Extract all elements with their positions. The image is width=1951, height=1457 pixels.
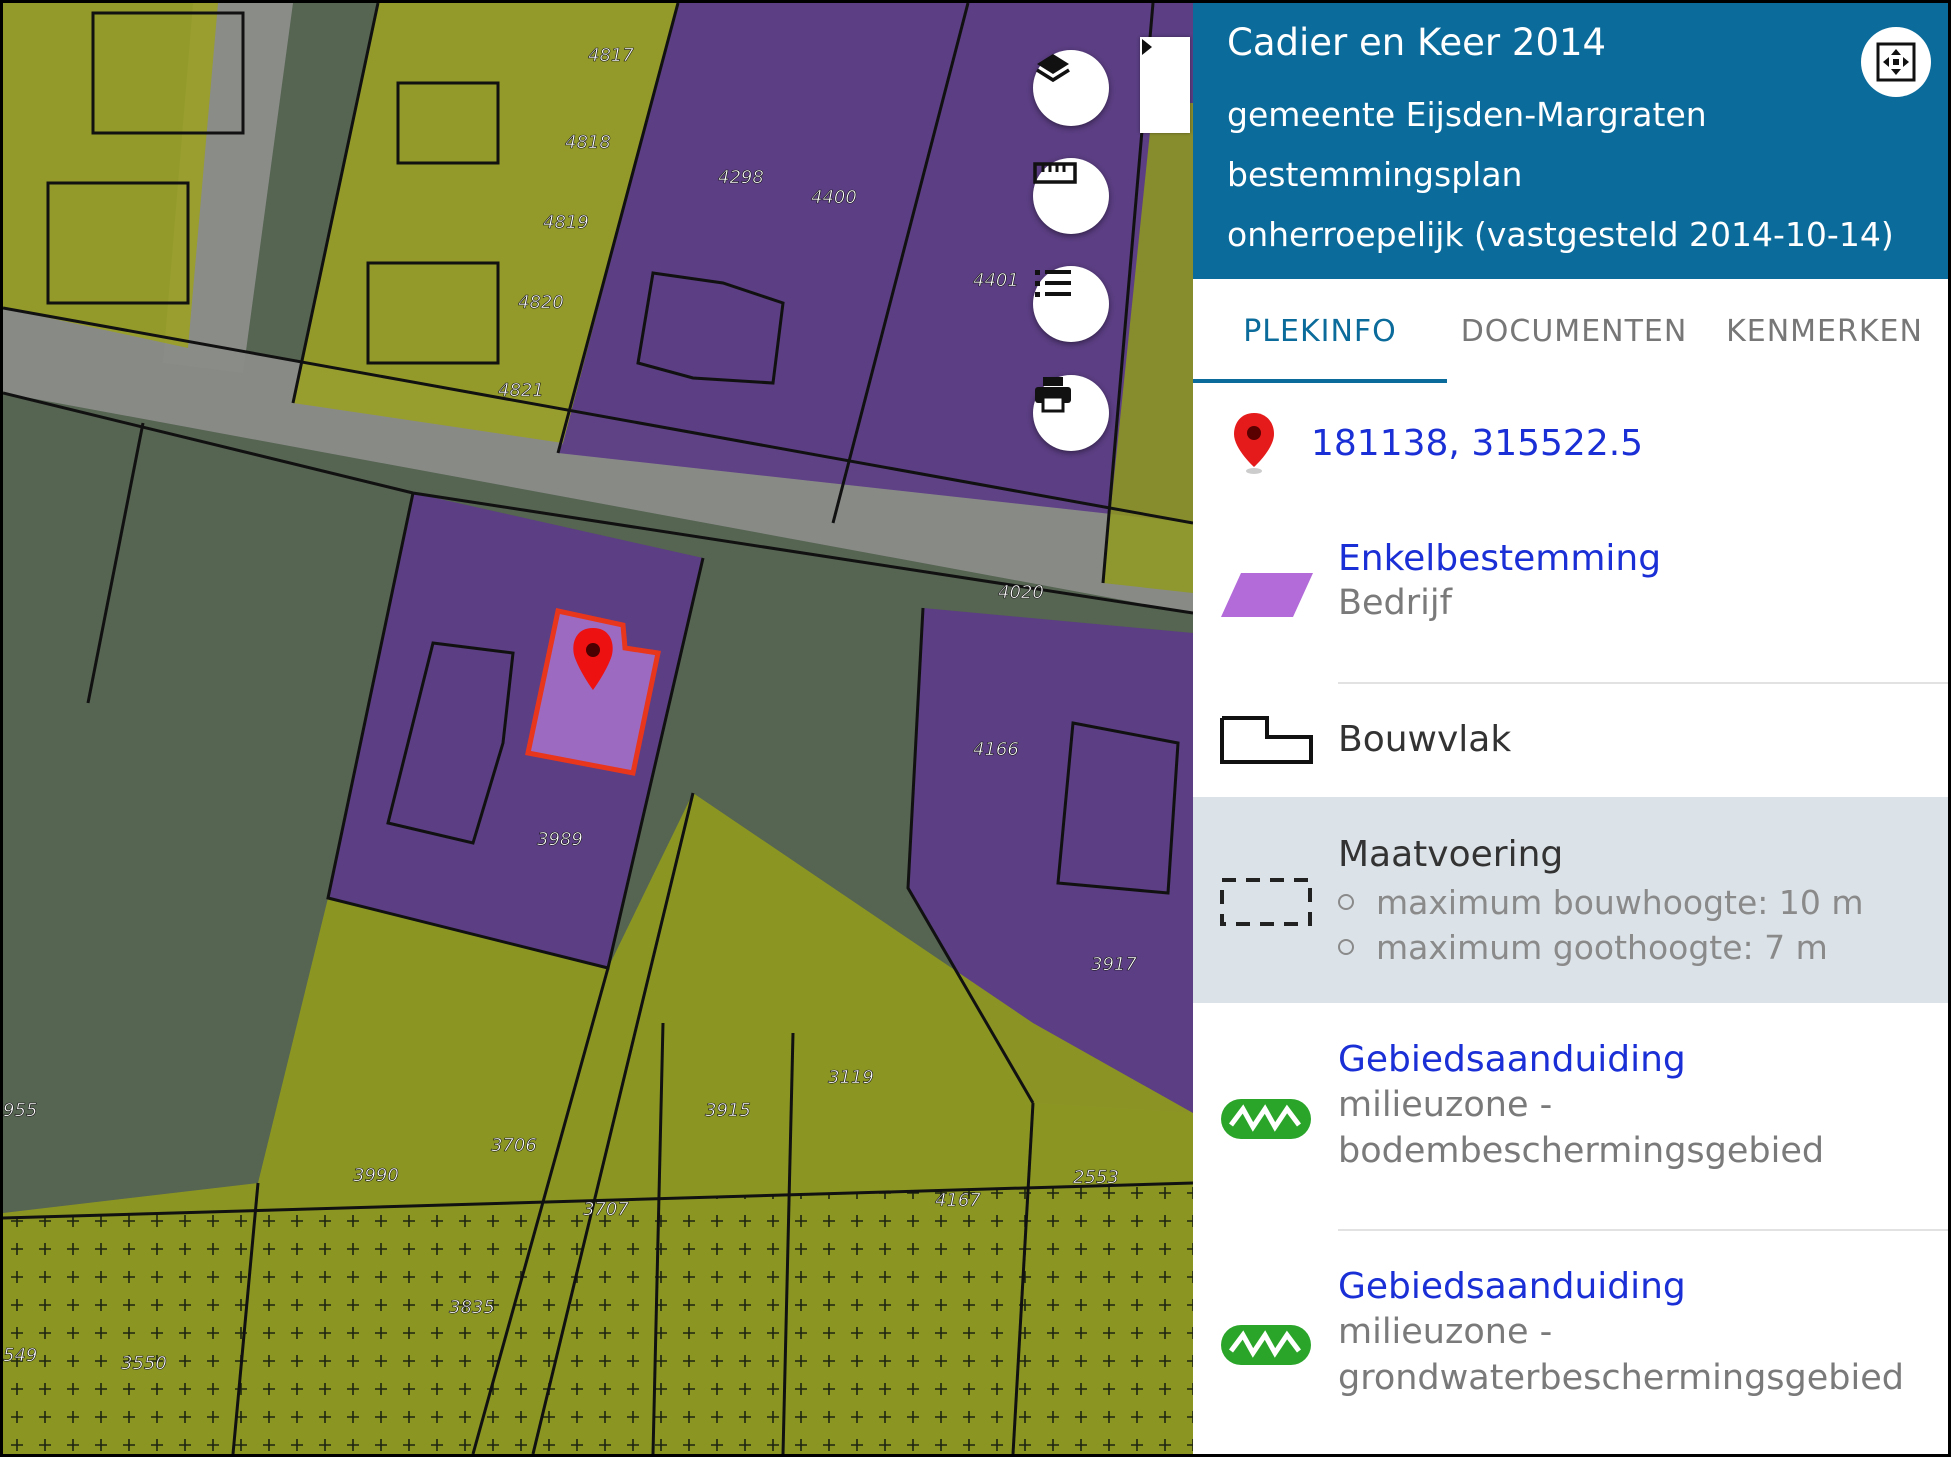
- location-coordinates[interactable]: 181138, 315522.5: [1311, 423, 1643, 464]
- parcel-label: 4166: [973, 739, 1019, 760]
- building-outline-icon: [1220, 716, 1313, 764]
- gebiedsaanduiding-value-line1: milieuzone -: [1338, 1085, 1553, 1125]
- municipality: gemeente Eijsden-Margraten: [1227, 95, 1707, 134]
- ruler-icon: [1033, 162, 1077, 184]
- active-tab-indicator: [1193, 379, 1447, 383]
- bullet-circle-icon: [1338, 893, 1354, 910]
- parcel-label: 4817: [588, 45, 634, 66]
- legend-button[interactable]: [1033, 266, 1109, 342]
- tab-kenmerken[interactable]: KENMERKEN: [1701, 279, 1948, 383]
- maatvoering-bullet: maximum goothoogte: 7 m: [1338, 928, 1828, 967]
- tab-bar: PLEKINFO DOCUMENTEN KENMERKEN: [1193, 279, 1948, 383]
- plan-title: Cadier en Keer 2014: [1227, 21, 1607, 64]
- parcel-label: 4020: [998, 582, 1044, 603]
- purple-parallelogram-icon: [1221, 573, 1313, 617]
- caret-right-icon: [1142, 39, 1152, 55]
- green-zigzag-icon: [1221, 1325, 1311, 1365]
- enkelbestemming-value: Bedrijf: [1338, 583, 1452, 623]
- parcel-label: 2553: [1073, 1167, 1119, 1188]
- map-view[interactable]: 4817 4818 4819 4820 4821 4298 4400 4401 …: [3, 3, 1193, 1454]
- parcel-label: 4821: [498, 380, 544, 401]
- parcel-label: 4400: [811, 187, 857, 208]
- gebiedsaanduiding-link[interactable]: Gebiedsaanduiding: [1338, 1039, 1686, 1080]
- plan-status: onherroepelijk (vastgesteld 2014-10-14): [1227, 215, 1894, 254]
- divider: [1338, 682, 1948, 684]
- map-pin-icon: [1234, 413, 1274, 474]
- maatvoering-bullet: maximum bouwhoogte: 10 m: [1338, 883, 1864, 922]
- parcel-label: 4401: [973, 270, 1019, 291]
- parcel-label: 3917: [1091, 954, 1137, 975]
- parcel-label: 3707: [583, 1199, 629, 1220]
- maatvoering-bullet-text: maximum bouwhoogte: 10 m: [1376, 883, 1864, 922]
- layers-icon: [1036, 54, 1070, 83]
- parcel-label: 4298: [718, 167, 764, 188]
- parcel-label: 4818: [565, 132, 611, 153]
- fullscreen-move-icon: [1876, 42, 1916, 82]
- plan-type: bestemmingsplan: [1227, 155, 1523, 194]
- legend-list-icon: [1035, 270, 1071, 297]
- gebiedsaanduiding-value-line1: milieuzone -: [1338, 1312, 1553, 1352]
- parcel-label: 3990: [353, 1165, 399, 1186]
- parcel-label: 3989: [537, 829, 583, 850]
- layers-button[interactable]: [1033, 50, 1109, 126]
- green-zigzag-icon: [1221, 1099, 1311, 1139]
- maatvoering-label: Maatvoering: [1338, 834, 1564, 875]
- print-icon: [1035, 377, 1071, 413]
- collapse-panel-button[interactable]: [1140, 37, 1190, 133]
- bullet-circle-icon: [1338, 938, 1354, 955]
- parcel-label: 3915: [705, 1100, 751, 1121]
- parcel-label: 3119: [828, 1067, 874, 1088]
- panel-header: Cadier en Keer 2014 gemeente Eijsden-Mar…: [1193, 3, 1948, 279]
- enkelbestemming-link[interactable]: Enkelbestemming: [1338, 538, 1661, 579]
- parcel-label: 549: [3, 1345, 37, 1366]
- info-panel: Cadier en Keer 2014 gemeente Eijsden-Mar…: [1193, 3, 1948, 1454]
- gebiedsaanduiding-value-line2: grondwaterbeschermingsgebied: [1338, 1358, 1904, 1398]
- parcel-label: 4167: [935, 1190, 981, 1211]
- app-frame: 4817 4818 4819 4820 4821 4298 4400 4401 …: [0, 0, 1951, 1457]
- parcel-label: 3706: [491, 1135, 537, 1156]
- tab-plekinfo[interactable]: PLEKINFO: [1193, 279, 1447, 383]
- parcel-label: 4819: [543, 212, 589, 233]
- measure-button[interactable]: [1033, 158, 1109, 234]
- parcel-label: 3835: [449, 1297, 495, 1318]
- divider: [1338, 1229, 1948, 1231]
- tab-documenten[interactable]: DOCUMENTEN: [1447, 279, 1701, 383]
- dashed-rectangle-icon: [1220, 878, 1312, 926]
- print-button[interactable]: [1033, 375, 1109, 451]
- gebiedsaanduiding-value-line2: bodembeschermingsgebied: [1338, 1131, 1825, 1171]
- map-canvas[interactable]: 4817 4818 4819 4820 4821 4298 4400 4401 …: [3, 3, 1193, 1454]
- fullscreen-button[interactable]: [1861, 27, 1931, 97]
- parcel-label: 3550: [121, 1353, 167, 1374]
- parcel-label: 955: [3, 1100, 37, 1121]
- gebiedsaanduiding-link[interactable]: Gebiedsaanduiding: [1338, 1266, 1686, 1307]
- bouwvlak-label: Bouwvlak: [1338, 719, 1512, 760]
- parcel-label: 4820: [518, 292, 564, 313]
- zone-olive-topleft: [3, 3, 218, 348]
- maatvoering-bullet-text: maximum goothoogte: 7 m: [1376, 928, 1828, 967]
